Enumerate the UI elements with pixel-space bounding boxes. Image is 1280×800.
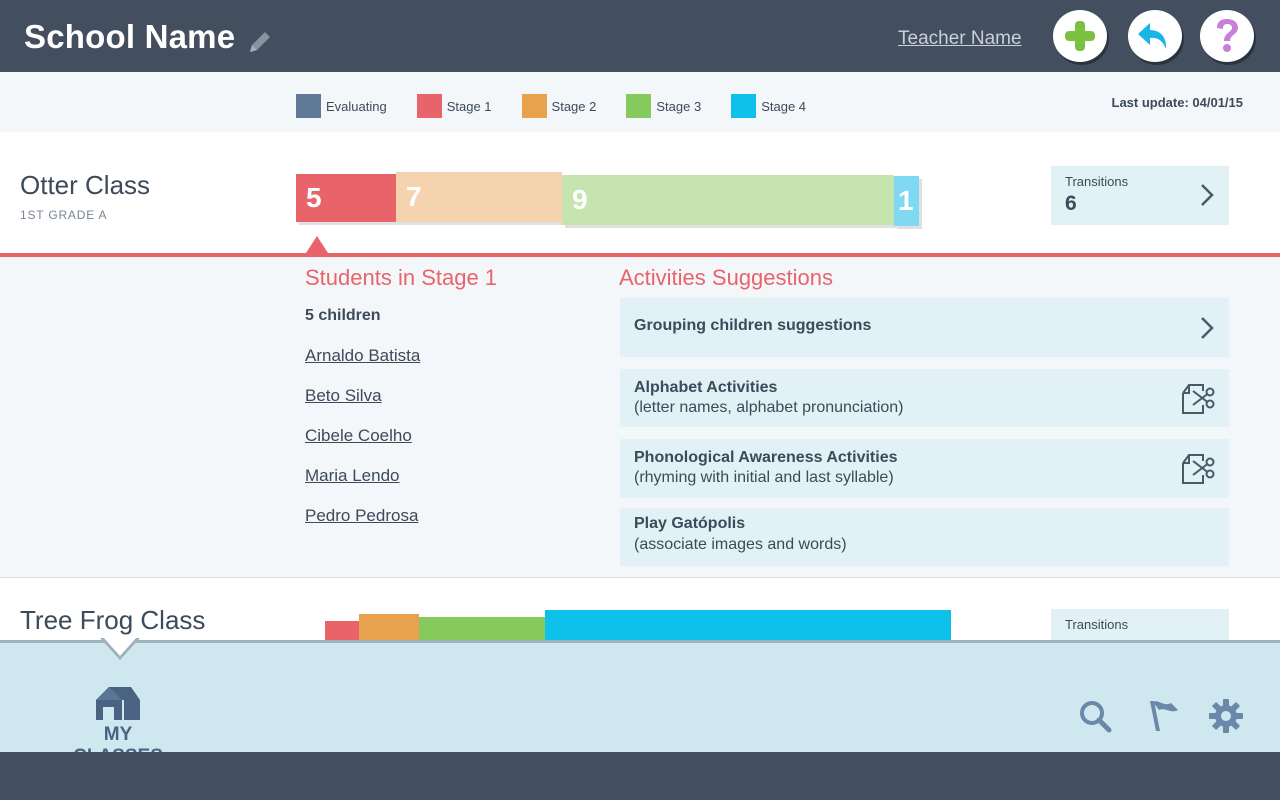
transitions-button[interactable]: Transitions bbox=[1051, 609, 1229, 643]
help-button[interactable] bbox=[1200, 10, 1254, 62]
bottom-navigation bbox=[0, 640, 1280, 752]
students-stage-title: Students in Stage 1 bbox=[305, 265, 498, 290]
legend-item-stage-2: Stage 2 bbox=[521, 94, 597, 118]
class-name: Tree Frog Class bbox=[20, 605, 206, 635]
student-link[interactable]: Pedro Pedrosa bbox=[305, 506, 418, 526]
stage-3-count: 9 bbox=[572, 184, 588, 215]
activity-grouping-suggestions[interactable]: Grouping children suggestions bbox=[620, 298, 1229, 357]
footer-bar bbox=[0, 752, 1280, 800]
stage-4-count: 1 bbox=[898, 185, 914, 216]
student-link[interactable]: Maria Lendo bbox=[305, 466, 400, 486]
stage-4-bar[interactable]: 1 bbox=[894, 176, 919, 226]
chevron-right-icon bbox=[1201, 184, 1214, 206]
pencil-icon[interactable] bbox=[244, 26, 276, 58]
activities-title: Activities Suggestions bbox=[619, 265, 833, 290]
transitions-label: Transitions bbox=[1065, 174, 1129, 189]
children-count: 5 children bbox=[305, 307, 381, 324]
transitions-label: Transitions bbox=[1065, 617, 1129, 632]
activity-title: Phonological Awareness Activities bbox=[634, 449, 898, 466]
stage-2-bar[interactable] bbox=[359, 614, 419, 643]
legend-swatch bbox=[296, 94, 321, 118]
selected-stage-pointer bbox=[306, 236, 328, 253]
flag-icon[interactable] bbox=[1145, 698, 1181, 734]
legend-label: Stage 3 bbox=[656, 98, 702, 114]
add-button[interactable] bbox=[1053, 10, 1107, 62]
stage-2-bar[interactable]: 7 bbox=[396, 172, 562, 222]
gear-icon[interactable] bbox=[1208, 698, 1244, 734]
legend-label: Evaluating bbox=[326, 98, 387, 114]
activity-title: Play Gatópolis bbox=[634, 515, 746, 532]
legend-item-stage-4: Stage 4 bbox=[731, 94, 806, 118]
legend-row: Evaluating Stage 1 Stage 2 Stage 3 Stage… bbox=[0, 72, 1280, 132]
activity-subtitle: (rhyming with initial and last syllable) bbox=[634, 469, 894, 486]
active-nav-pointer-fill bbox=[104, 638, 136, 656]
stage-2-count: 7 bbox=[406, 181, 422, 212]
search-icon[interactable] bbox=[1077, 698, 1113, 734]
cut-print-icon[interactable] bbox=[1179, 451, 1217, 487]
legend-swatch bbox=[731, 94, 757, 118]
activity-play-gatopolis[interactable]: Play Gatópolis (associate images and wor… bbox=[620, 508, 1229, 566]
legend-label: Stage 2 bbox=[551, 98, 597, 114]
back-button[interactable] bbox=[1128, 10, 1182, 62]
stage-detail-panel: Students in Stage 1 5 children Arnaldo B… bbox=[0, 257, 1280, 578]
legend-swatch bbox=[521, 94, 547, 118]
activity-subtitle: (associate images and words) bbox=[634, 536, 847, 553]
activity-phonological-awareness[interactable]: Phonological Awareness Activities (rhymi… bbox=[620, 439, 1229, 498]
cut-print-icon[interactable] bbox=[1179, 381, 1217, 417]
class-name: Otter Class bbox=[20, 170, 151, 200]
class-row-tree-frog[interactable]: Tree Frog Class Transitions bbox=[0, 579, 1280, 643]
last-update: Last update: 04/01/15 bbox=[1111, 95, 1244, 110]
activity-alphabet[interactable]: Alphabet Activities (letter names, alpha… bbox=[620, 369, 1229, 427]
class-grade: 1ST GRADE A bbox=[20, 208, 108, 222]
plus-icon bbox=[1065, 21, 1095, 51]
stage-legend: Evaluating Stage 1 Stage 2 Stage 3 Stage… bbox=[296, 94, 836, 118]
legend-swatch bbox=[416, 94, 442, 118]
legend-item-evaluating: Evaluating bbox=[296, 94, 387, 118]
legend-label: Stage 4 bbox=[761, 98, 807, 114]
legend-label: Stage 1 bbox=[446, 98, 492, 114]
transitions-value: 6 bbox=[1065, 192, 1077, 215]
stage-3-bar[interactable]: 9 bbox=[562, 175, 894, 225]
undo-arrow-icon bbox=[1138, 23, 1167, 49]
legend-swatch bbox=[626, 94, 652, 118]
school-name: School Name bbox=[24, 18, 236, 55]
chevron-right-icon bbox=[1201, 317, 1214, 339]
question-mark-icon bbox=[1217, 19, 1238, 52]
stage-1-bar[interactable]: 5 bbox=[296, 174, 396, 222]
stage-4-bar[interactable] bbox=[545, 610, 951, 643]
legend-item-stage-3: Stage 3 bbox=[626, 94, 701, 118]
stage-1-count: 5 bbox=[306, 182, 322, 213]
class-row-otter[interactable]: Otter Class 1ST GRADE A 5 7 9 1 Transiti… bbox=[0, 132, 1280, 254]
transitions-button[interactable]: Transitions 6 bbox=[1051, 166, 1229, 225]
school-house-icon bbox=[96, 687, 140, 720]
activity-title: Grouping children suggestions bbox=[634, 317, 872, 334]
activity-title: Alphabet Activities bbox=[634, 379, 778, 396]
teacher-name-link[interactable]: Teacher Name bbox=[898, 28, 1022, 50]
legend-item-stage-1: Stage 1 bbox=[416, 94, 492, 118]
student-link[interactable]: Arnaldo Batista bbox=[305, 346, 420, 366]
activity-subtitle: (letter names, alphabet pronunciation) bbox=[634, 399, 904, 416]
student-link[interactable]: Cibele Coelho bbox=[305, 426, 412, 446]
student-link[interactable]: Beto Silva bbox=[305, 386, 382, 406]
top-header: School Name Teacher Name bbox=[0, 0, 1280, 72]
